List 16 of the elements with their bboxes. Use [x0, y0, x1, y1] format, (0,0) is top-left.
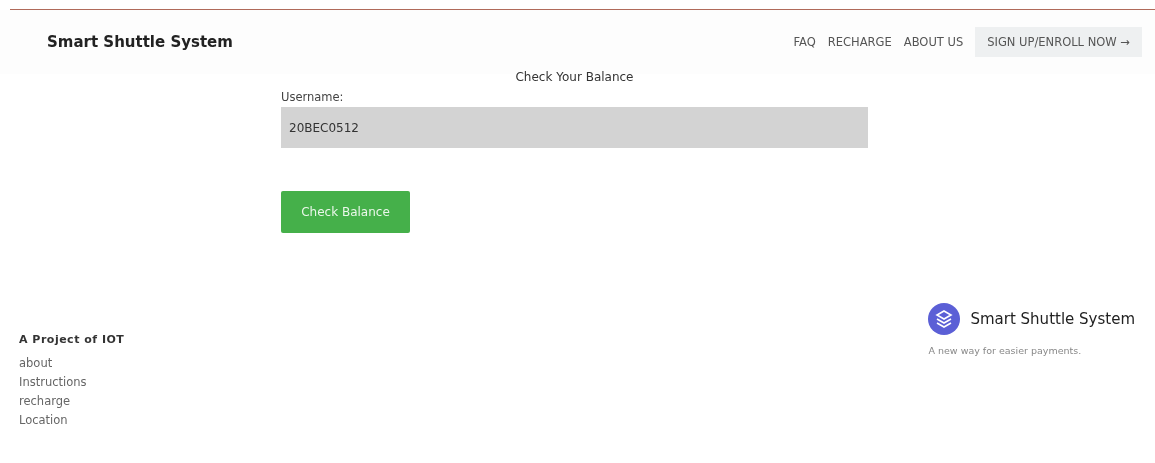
footer-link[interactable]: recharge [19, 392, 125, 411]
signup-button[interactable]: SIGN UP/ENROLL NOW → [975, 27, 1142, 57]
form-title: Check Your Balance [515, 70, 634, 84]
field-label: Username: [281, 90, 344, 104]
footer-heading: A Project of IOT [19, 333, 125, 346]
nav-link[interactable]: RECHARGE [827, 35, 892, 49]
nav-link[interactable]: ABOUT US [903, 35, 964, 49]
layers-logo-icon [928, 303, 961, 335]
brand-name[interactable]: Smart Shuttle System [47, 33, 233, 51]
footer-link[interactable]: about [19, 354, 125, 373]
tagline: A new way for easier payments. [928, 345, 1083, 356]
footer-link[interactable]: Location [19, 411, 125, 430]
nav-link[interactable]: FAQ [793, 35, 816, 49]
footer-link[interactable]: Instructions [19, 373, 125, 392]
footer-brand: Smart Shuttle System [970, 310, 1135, 328]
username-field[interactable]: 20BEC0512 [281, 107, 868, 148]
